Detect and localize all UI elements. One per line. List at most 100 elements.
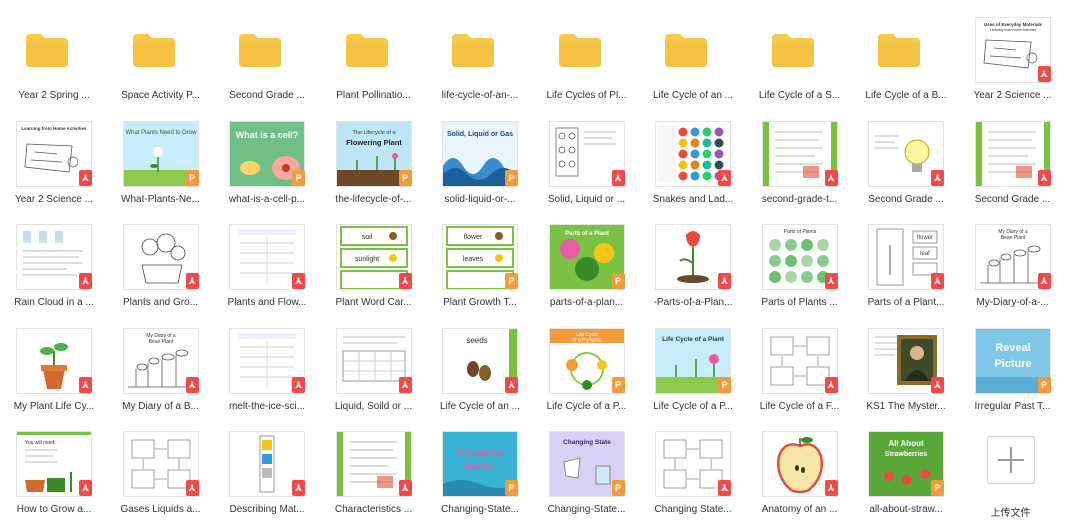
svg-text:leaf: leaf (920, 251, 930, 257)
file-name: My Diary of a B... (122, 400, 199, 412)
file-name: Plants and Gro... (122, 297, 199, 308)
file-name: -Parts-of-a-Plan... (653, 297, 733, 308)
file-name: Irregular Past T... (974, 400, 1051, 412)
file-item[interactable]: ⅄ Describing Mat... (217, 428, 317, 528)
pdf-badge-icon: ⅄ (824, 480, 838, 496)
folder-item[interactable]: life-cycle-of-an-... (430, 14, 530, 114)
file-item[interactable]: What Plants Need to Grow P What-Plants-Ne.… (111, 118, 211, 218)
file-item[interactable]: ⅄ Plants and Gro... (111, 221, 211, 321)
file-item[interactable]: All About Strawberries Pall-about-straw... (856, 428, 956, 528)
file-item[interactable]: ⅄ Second Grade ... (963, 118, 1063, 218)
file-item[interactable]: ⅄ Plants and Flow... (217, 221, 317, 321)
file-name: How to Grow a... (16, 504, 92, 515)
pdf-badge-icon: ⅄ (1037, 169, 1051, 186)
pdf-badge-icon: ⅄ (718, 480, 731, 496)
file-name: parts-of-a-plan... (549, 297, 624, 308)
svg-text:sunlight: sunlight (354, 256, 378, 263)
file-item[interactable]: ⅄ Anatomy of an ... (750, 428, 850, 528)
svg-text:What Plants Need to Grow: What Plants Need to Grow (125, 130, 197, 136)
folder-item[interactable]: Life Cycle of a S... (750, 14, 850, 114)
ppt-badge-icon: P (185, 169, 199, 186)
file-item[interactable]: ⅄ KS1 The Myster... (856, 325, 956, 425)
file-item[interactable]: ⅄ My Plant Life Cy... (4, 325, 104, 425)
file-name: Life Cycle of an ... (439, 400, 521, 412)
pdf-badge-icon: ⅄ (79, 169, 92, 186)
file-item[interactable]: ⅄ Solid, Liquid or ... (537, 118, 637, 218)
file-item[interactable]: ⅄ Snakes and Lad... (643, 118, 743, 218)
file-item[interactable]: Solid, Liquid or Gas Psolid-liquid-or-... (430, 118, 530, 218)
file-item[interactable]: ⅄ Rain Cloud in a ... (4, 221, 104, 321)
file-name: Plant Pollinatio... (336, 90, 411, 101)
file-item[interactable]: ⅄ Changing State... (643, 428, 743, 528)
file-item[interactable]: What is a cell? Pwhat-is-a-cell-p... (217, 118, 317, 218)
file-item[interactable]: soil sunlight ⅄ Plant Word Car... (324, 221, 424, 321)
file-name: Characteristics ... (334, 504, 413, 515)
folder-item[interactable]: Life Cycle of a B... (856, 14, 956, 114)
file-name: Second Grade ... (974, 193, 1051, 205)
file-item[interactable]: Learning from Home Activities ⅄ Year 2 Sci… (4, 118, 104, 218)
file-item[interactable]: seeds ⅄ Life Cycle of an ... (430, 325, 530, 425)
ppt-badge-icon: P (611, 273, 625, 289)
file-item[interactable]: Parts of a Plant Pparts-of-a-plan... (537, 221, 637, 321)
upload-file-button[interactable]: 上传文件 (959, 428, 1059, 528)
pdf-badge-icon: ⅄ (292, 273, 305, 289)
file-item[interactable]: Uses of Everyday Materials Learning from … (963, 14, 1063, 114)
folder-item[interactable]: Life Cycle of an ... (643, 14, 743, 114)
file-item[interactable]: The Lifecycle of a Flowering Plant Pthe-li… (324, 118, 424, 218)
file-name: Changing-State... (547, 504, 626, 515)
file-item[interactable]: My Diary of a Bean Plant ⅄ My Diary of a B.… (111, 325, 211, 425)
file-name: the-lifecycle-of-... (335, 193, 412, 205)
pdf-badge-icon: ⅄ (824, 169, 838, 186)
ppt-badge-icon: P (505, 273, 518, 289)
file-name: Gases Liquids a... (120, 504, 201, 515)
folder-item[interactable]: Year 2 Spring ... (4, 14, 104, 114)
file-name: second-grade-t... (761, 193, 838, 205)
ppt-badge-icon: P (292, 169, 305, 186)
file-name: KS1 The Myster... (866, 400, 946, 412)
svg-text:What is a cell?: What is a cell? (236, 130, 299, 140)
file-item[interactable]: ⅄ -Parts-of-a-Plan... (643, 221, 743, 321)
svg-text:States: States (465, 462, 495, 473)
svg-text:Changing: Changing (457, 448, 503, 459)
ppt-badge-icon: P (931, 480, 944, 496)
file-name: Changing State... (654, 504, 732, 515)
file-item[interactable]: ⅄ Second Grade ... (856, 118, 956, 218)
file-item[interactable]: ⅄ Life Cycle of a F... (750, 325, 850, 425)
svg-text:of a Pumpkin: of a Pumpkin (572, 337, 601, 343)
file-name: Liquid, Soild or ... (334, 400, 413, 412)
file-name: Plant Growth T... (443, 297, 517, 308)
file-item[interactable]: Life Cycle of a Plant P Life Cycle of a P.… (643, 325, 743, 425)
file-item[interactable]: You will need: ⅄ How to Grow a... (4, 428, 104, 528)
pdf-badge-icon: ⅄ (185, 376, 199, 393)
pdf-badge-icon: ⅄ (1037, 66, 1051, 82)
file-item[interactable]: ⅄ melt-the-ice-sci... (217, 325, 317, 425)
file-name: Anatomy of an ... (761, 504, 838, 515)
file-item[interactable]: My Diary of a Bean Plant ⅄ My-Diary-of-a-..… (963, 221, 1063, 321)
svg-text:seeds: seeds (466, 336, 487, 345)
folder-item[interactable]: Second Grade ... (217, 14, 317, 114)
file-item[interactable]: ⅄ Gases Liquids a... (111, 428, 211, 528)
pdf-badge-icon: ⅄ (398, 376, 412, 393)
file-item[interactable]: flower leaf ⅄ Parts of a Plant... (856, 221, 956, 321)
file-item[interactable]: flower leaves P Plant Growth T... (430, 221, 530, 321)
folder-item[interactable]: Plant Pollinatio... (324, 14, 424, 114)
file-item[interactable]: Reveal Picture P Irregular Past T... (963, 325, 1063, 425)
file-item[interactable]: Changing States P Changing-State... (430, 428, 530, 528)
file-item[interactable]: ⅄ Liquid, Soild or ... (324, 325, 424, 425)
pdf-badge-icon: ⅄ (292, 376, 305, 393)
pdf-badge-icon: ⅄ (611, 169, 625, 186)
file-name: melt-the-ice-sci... (228, 400, 306, 412)
folder-item[interactable]: Life Cycles of Pl... (537, 14, 637, 114)
file-item[interactable]: Life Cycle of a Pumpkin P Life Cycle of a P… (537, 325, 637, 425)
svg-text:Picture: Picture (994, 358, 1031, 370)
file-item[interactable]: ⅄ second-grade-t... (750, 118, 850, 218)
folder-item[interactable]: Space Activity P... (111, 14, 211, 114)
ppt-badge-icon: P (1037, 376, 1051, 393)
file-item[interactable]: Parts of Plants ⅄ Parts of Plants ... (750, 221, 850, 321)
pdf-badge-icon: ⅄ (931, 169, 944, 186)
svg-text:Bean Plant: Bean Plant (1000, 235, 1025, 241)
file-name: Second Grade ... (868, 193, 944, 205)
file-item[interactable]: ⅄ Characteristics ... (324, 428, 424, 528)
file-item[interactable]: Changing State P Changing-State... (537, 428, 637, 528)
file-name: Parts of a Plant... (867, 297, 945, 308)
